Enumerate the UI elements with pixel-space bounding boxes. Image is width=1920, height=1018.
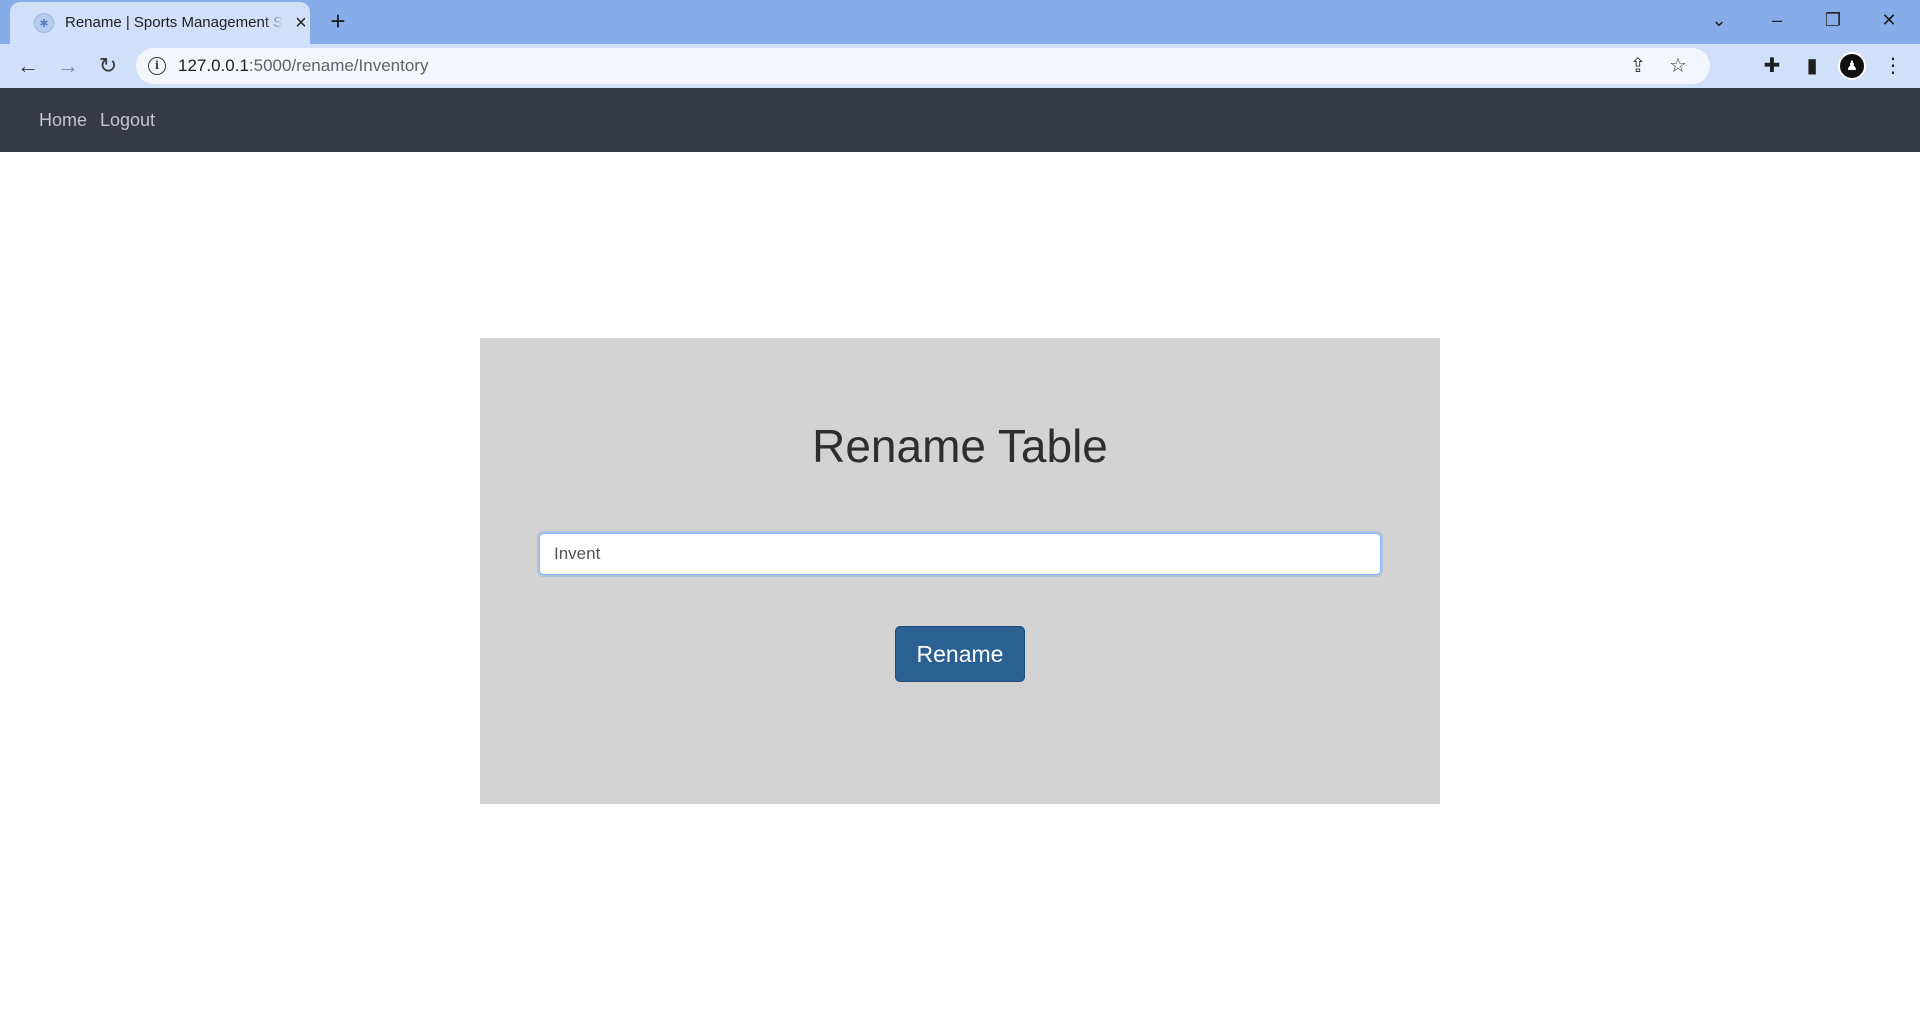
back-arrow-icon[interactable]: ← (12, 50, 44, 82)
browser-tab-strip: ✱ Rename | Sports Management System × + … (0, 0, 1920, 44)
rename-button[interactable]: Rename (895, 626, 1025, 682)
minimize-icon[interactable]: – (1754, 2, 1800, 38)
browser-tab[interactable]: ✱ Rename | Sports Management System × (10, 2, 310, 44)
browser-toolbar: ← → ↻ i 127.0.0.1:5000/rename/Inventory … (0, 44, 1920, 88)
restore-icon[interactable]: ❐ (1810, 2, 1856, 38)
share-icon[interactable]: ⇪ (1626, 54, 1650, 78)
tab-search-chevron-down-icon[interactable]: ⌄ (1696, 2, 1742, 38)
tab-close-icon[interactable]: × (290, 12, 312, 34)
favicon-icon: ✱ (34, 13, 54, 33)
nav-link-logout[interactable]: Logout (100, 109, 155, 131)
kebab-menu-icon[interactable]: ⋮ (1879, 52, 1907, 80)
reload-icon[interactable]: ↻ (92, 50, 124, 82)
url-text[interactable]: 127.0.0.1:5000/rename/Inventory (178, 56, 428, 76)
puzzle-icon[interactable]: ✚ (1758, 52, 1786, 80)
table-name-input[interactable] (539, 533, 1381, 575)
window-close-icon[interactable]: ✕ (1866, 2, 1912, 38)
star-icon[interactable]: ☆ (1666, 54, 1690, 78)
tab-title: Rename | Sports Management System (65, 14, 283, 31)
rename-card: Rename Table Rename (480, 338, 1440, 804)
info-icon[interactable]: i (148, 57, 166, 75)
tab-title-fade (263, 10, 283, 36)
new-tab-button[interactable]: + (324, 7, 352, 35)
side-panel-icon[interactable]: ▮ (1798, 52, 1826, 80)
forward-arrow-icon[interactable]: → (52, 50, 84, 82)
address-bar[interactable]: i 127.0.0.1:5000/rename/Inventory ⇪ ☆ (136, 48, 1710, 84)
url-host: 127.0.0.1 (178, 56, 249, 75)
url-path: :5000/rename/Inventory (248, 56, 429, 75)
avatar[interactable]: ♟ (1838, 52, 1866, 80)
nav-link-home[interactable]: Home (39, 109, 87, 131)
page-title: Rename Table (812, 420, 1108, 472)
site-navbar: Home Logout (0, 88, 1920, 152)
